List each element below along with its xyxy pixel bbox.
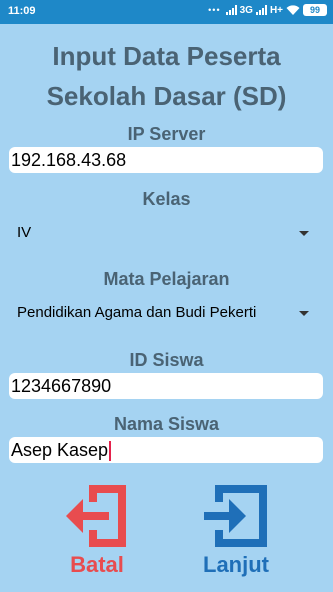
page-title: Input Data Peserta Sekolah Dasar (SD) bbox=[0, 36, 333, 116]
enter-arrow-icon bbox=[204, 485, 267, 547]
nama-siswa-label: Nama Siswa bbox=[113, 414, 220, 434]
status-time: 11:09 bbox=[8, 5, 36, 17]
text-cursor bbox=[109, 441, 112, 462]
kelas-dropdown[interactable]: IV bbox=[9, 216, 323, 250]
wifi-icon bbox=[286, 4, 300, 15]
dropdown-arrow-icon bbox=[299, 311, 309, 316]
ip-server-label: IP Server bbox=[127, 124, 206, 144]
mata-pelajaran-selected-value: Pendidikan Agama dan Budi Pekerti bbox=[17, 304, 257, 321]
lanjut-label: Lanjut bbox=[203, 552, 269, 577]
status-icons: ••• 3G H+ 99 bbox=[208, 4, 327, 16]
notification-dots: ••• bbox=[208, 5, 221, 15]
status-bar: 11:09 ••• 3G H+ 99 bbox=[0, 0, 333, 24]
nama-siswa-value: Asep Kasep bbox=[11, 440, 109, 460]
batal-button[interactable]: Batal bbox=[47, 480, 147, 590]
id-siswa-label: ID Siswa bbox=[129, 350, 204, 370]
lanjut-button[interactable]: Lanjut bbox=[186, 480, 286, 590]
dropdown-arrow-icon bbox=[299, 231, 309, 236]
kelas-label: Kelas bbox=[142, 189, 191, 209]
id-siswa-input[interactable]: 1234667890 bbox=[9, 373, 323, 399]
exit-arrow-icon bbox=[66, 485, 126, 547]
kelas-selected-value: IV bbox=[17, 224, 32, 241]
page-title-line1: Input Data Peserta bbox=[52, 41, 281, 71]
batal-label: Batal bbox=[70, 552, 124, 577]
mata-pelajaran-dropdown[interactable]: Pendidikan Agama dan Budi Pekerti bbox=[9, 296, 323, 330]
network-type-3g: 3G bbox=[239, 4, 253, 16]
nama-siswa-input[interactable]: Asep Kasep bbox=[9, 437, 323, 463]
signal-icon-2 bbox=[255, 5, 267, 15]
ip-server-input[interactable]: 192.168.43.68 bbox=[9, 147, 323, 173]
mata-pelajaran-label: Mata Pelajaran bbox=[103, 269, 230, 289]
page-title-line2: Sekolah Dasar (SD) bbox=[46, 81, 287, 111]
battery-icon: 99 bbox=[303, 4, 327, 16]
network-type-hplus: H+ bbox=[269, 4, 283, 16]
signal-icon bbox=[225, 5, 237, 15]
